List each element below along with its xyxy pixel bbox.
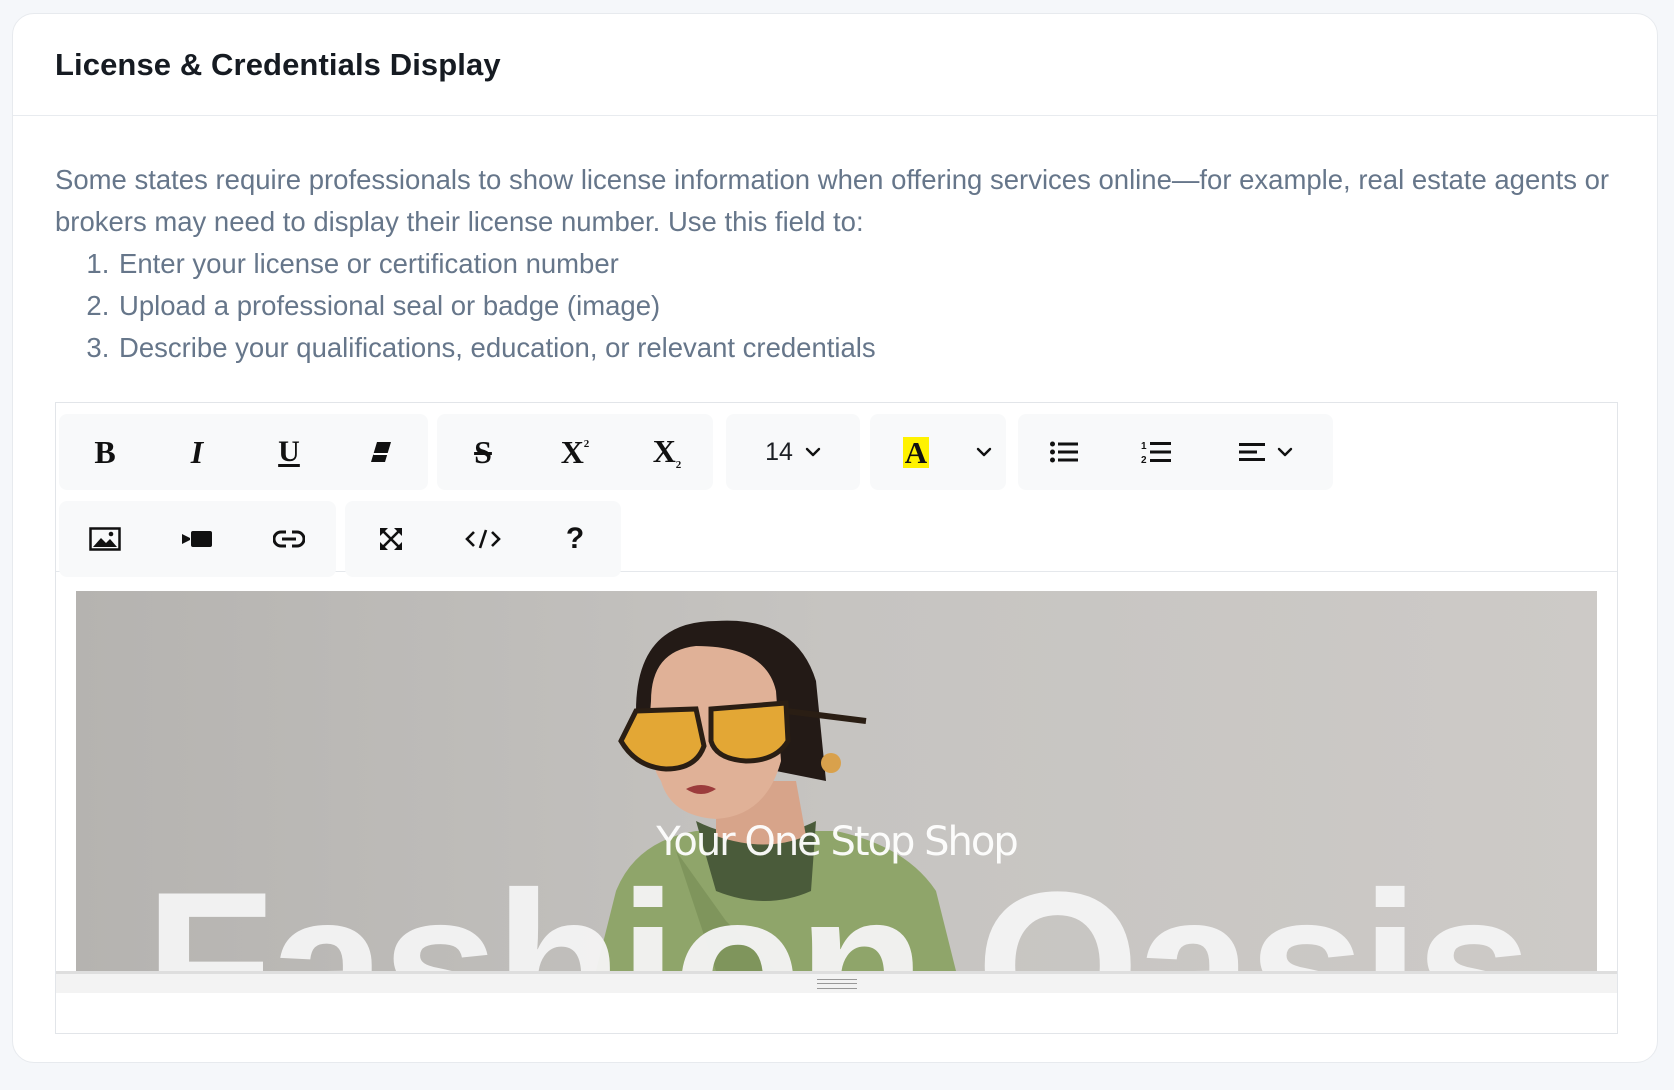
highlight-color-icon: A	[903, 434, 929, 470]
fullscreen-icon	[379, 527, 403, 551]
align-left-icon	[1239, 442, 1265, 462]
underline-icon: U	[278, 435, 300, 468]
highlight-color-dropdown[interactable]	[962, 414, 1006, 490]
editor-toolbar: B I U S X2 X2 14 A 1 2 ?	[56, 403, 1617, 577]
eraser-icon	[369, 441, 393, 463]
help-icon: ?	[565, 522, 585, 555]
toolbar-group-font-style: B I U	[59, 414, 428, 490]
video-icon	[182, 531, 212, 547]
unordered-list-button[interactable]	[1018, 414, 1110, 490]
italic-icon: I	[190, 433, 204, 470]
chevron-down-icon	[976, 447, 992, 457]
description-intro: Some states require professionals to sho…	[55, 164, 1610, 237]
code-view-button[interactable]	[437, 501, 529, 577]
image-icon	[89, 527, 121, 551]
highlight-color-button[interactable]: A	[870, 414, 962, 490]
chevron-down-icon	[1277, 447, 1293, 457]
insert-video-button[interactable]	[151, 501, 243, 577]
svg-text:1: 1	[1141, 441, 1147, 452]
description-item: Enter your license or certification numb…	[117, 243, 1635, 285]
card-title: License & Credentials Display	[55, 46, 501, 82]
license-credentials-card: License & Credentials Display Some state…	[12, 13, 1658, 1063]
svg-text:2: 2	[1141, 455, 1147, 464]
help-button[interactable]: ?	[529, 501, 621, 577]
clear-format-button[interactable]	[335, 414, 427, 490]
rich-text-editor: B I U S X2 X2 14 A 1 2 ? Your One Stop S…	[55, 402, 1618, 1034]
superscript-icon: X2	[560, 433, 590, 470]
link-icon	[273, 530, 305, 548]
font-size-value: 14	[765, 437, 793, 466]
editor-resize-handle[interactable]	[56, 971, 1617, 993]
resize-grip-icon	[816, 978, 857, 989]
superscript-glyph: X	[560, 433, 584, 470]
italic-button[interactable]: I	[151, 414, 243, 490]
align-dropdown[interactable]	[1202, 414, 1330, 490]
font-size-select[interactable]: 14	[726, 414, 860, 490]
subscript-button[interactable]: X2	[621, 414, 713, 490]
description-list: Enter your license or certification numb…	[55, 243, 1635, 369]
description-item: Upload a professional seal or badge (ima…	[117, 285, 1635, 327]
bold-button[interactable]: B	[59, 414, 151, 490]
chevron-down-icon	[805, 447, 821, 457]
fullscreen-button[interactable]	[345, 501, 437, 577]
insert-image-button[interactable]	[59, 501, 151, 577]
editor-content[interactable]: Your One Stop Shop Fashion Oasis	[76, 591, 1597, 971]
superscript-button[interactable]: X2	[529, 414, 621, 490]
subscript-glyph: X	[652, 433, 676, 469]
bold-icon: B	[94, 433, 116, 470]
card-description: Some states require professionals to sho…	[55, 159, 1635, 369]
toolbar-group-script: S X2 X2	[437, 414, 713, 490]
toolbar-group-font-size: 14	[726, 414, 860, 490]
highlight-glyph: A	[904, 434, 928, 470]
unordered-list-icon	[1050, 441, 1078, 463]
toolbar-group-insert	[59, 501, 336, 577]
card-header: License & Credentials Display	[13, 14, 1657, 116]
strikethrough-button[interactable]: S	[437, 414, 529, 490]
code-view-icon	[464, 528, 502, 550]
strikethrough-icon: S	[474, 433, 492, 470]
subscript-icon: X2	[652, 433, 682, 471]
image-brand-text: Fashion Oasis	[144, 848, 1532, 972]
ordered-list-button[interactable]: 12	[1110, 414, 1202, 490]
underline-button[interactable]: U	[243, 414, 335, 490]
insert-link-button[interactable]	[243, 501, 335, 577]
toolbar-group-paragraph: 12	[1018, 414, 1333, 490]
toolbar-group-color: A	[870, 414, 1006, 490]
ordered-list-icon: 12	[1141, 440, 1171, 464]
description-item: Describe your qualifications, education,…	[117, 327, 1635, 369]
toolbar-group-view: ?	[345, 501, 621, 577]
